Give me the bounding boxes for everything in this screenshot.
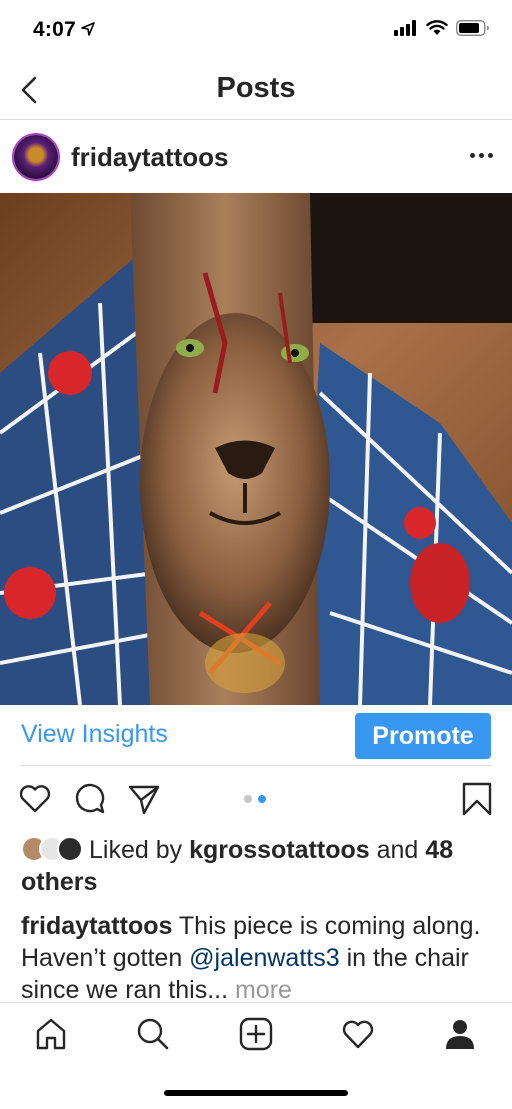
carousel-dot-active: [258, 795, 266, 803]
post-photo[interactable]: [0, 193, 512, 705]
carousel-indicator: [244, 795, 266, 803]
post-header: fridaytattoos: [0, 121, 512, 193]
likes-prefix: Liked by: [89, 836, 183, 864]
wifi-icon: [426, 20, 448, 35]
status-indicators: [394, 20, 490, 36]
more-options-button[interactable]: [470, 147, 494, 163]
liker-avatar: [57, 836, 83, 862]
insights-row: View Insights Promote: [0, 705, 512, 765]
bookmark-icon[interactable]: [460, 782, 494, 816]
liker-avatars: [21, 836, 85, 864]
page-title: Posts: [216, 72, 296, 104]
likes-summary[interactable]: Liked by kgrossotattoos and 48 others: [21, 834, 491, 898]
new-post-icon: [239, 1017, 273, 1051]
tab-home[interactable]: [32, 1015, 70, 1053]
caption-username[interactable]: fridaytattoos: [21, 912, 172, 940]
likes-text: Liked by kgrossotattoos and 48 others: [21, 834, 491, 898]
action-row: [0, 776, 512, 822]
profile-icon: [446, 1020, 474, 1049]
post-username[interactable]: fridaytattoos: [71, 142, 228, 173]
status-bar: 4:07: [0, 0, 512, 60]
home-indicator[interactable]: [164, 1090, 348, 1096]
post-caption: fridaytattoos This piece is coming along…: [21, 910, 491, 1002]
liker-username[interactable]: kgrossotattoos: [189, 836, 370, 864]
tab-search[interactable]: [134, 1015, 172, 1053]
comment-icon[interactable]: [73, 782, 107, 816]
post-photo-illustration: [0, 193, 512, 705]
more-horizontal-icon: [470, 152, 475, 158]
home-icon: [36, 1018, 66, 1050]
view-insights-link[interactable]: View Insights: [21, 720, 168, 749]
likes-conjunction: and: [376, 836, 419, 864]
tab-profile[interactable]: [441, 1015, 479, 1053]
cellular-signal-icon: [394, 20, 416, 36]
location-arrow-icon: [81, 22, 95, 36]
status-time: 4:07: [33, 18, 76, 41]
tab-new-post[interactable]: [237, 1015, 275, 1053]
battery-icon: [456, 20, 489, 36]
share-icon[interactable]: [127, 782, 161, 816]
profile-avatar[interactable]: [14, 135, 58, 179]
heart-icon[interactable]: [18, 782, 52, 816]
caption-mention[interactable]: @jalenwatts3: [189, 944, 339, 972]
activity-heart-icon: [342, 1020, 374, 1049]
search-icon: [137, 1018, 169, 1050]
divider: [21, 765, 491, 766]
promote-button[interactable]: Promote: [355, 713, 491, 759]
carousel-dot: [244, 795, 252, 803]
caption-more-link[interactable]: more: [235, 976, 292, 1002]
nav-bar: Posts: [0, 60, 512, 120]
tab-activity[interactable]: [339, 1015, 377, 1053]
